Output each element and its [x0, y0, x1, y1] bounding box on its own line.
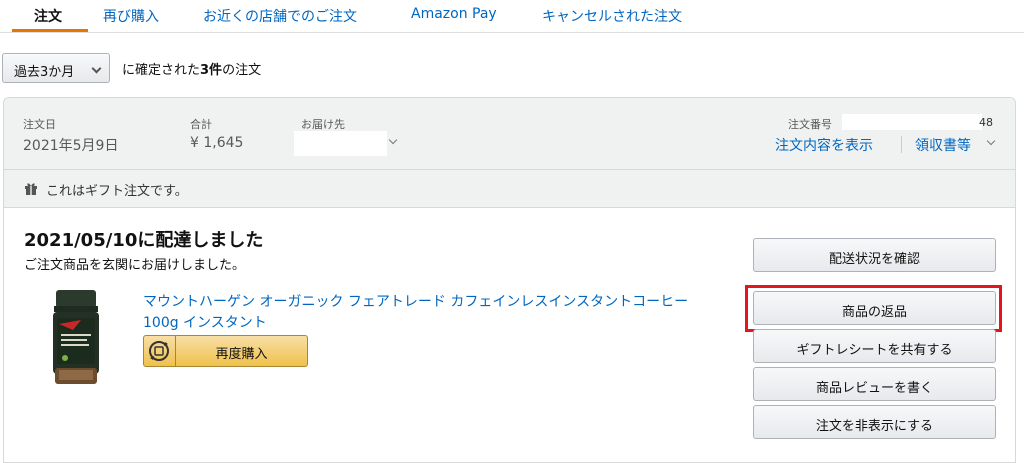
- summary-count: 3件: [200, 63, 223, 78]
- gift-notice-bar: これはギフト注文です。: [4, 170, 1015, 208]
- order-date-label: 注文日: [23, 118, 56, 131]
- tab-buy-again[interactable]: 再び購入: [103, 6, 159, 26]
- gift-icon: [25, 183, 37, 195]
- summary-prefix: に確定された: [122, 63, 201, 78]
- ship-to-label: お届け先: [301, 118, 345, 131]
- order-number-label: 注文番号: [788, 118, 832, 131]
- product-image[interactable]: [51, 290, 101, 387]
- receipt-link[interactable]: 領収書等: [915, 135, 971, 155]
- write-review-button[interactable]: 商品レビューを書く: [753, 367, 996, 401]
- tab-cancelled-orders[interactable]: キャンセルされた注文: [542, 6, 682, 26]
- delivery-status: 2021/05/10に配達しました: [24, 230, 264, 251]
- chevron-down-icon[interactable]: [986, 136, 996, 146]
- order-date-value: 2021年5月9日: [23, 138, 119, 154]
- order-card: 注文日 2021年5月9日 合計 ¥ 1,645 お届け先 注文番号 48 注文…: [3, 97, 1016, 463]
- order-header: 注文日 2021年5月9日 合計 ¥ 1,645 お届け先 注文番号 48 注文…: [4, 98, 1015, 170]
- track-package-button[interactable]: 配送状況を確認: [753, 238, 996, 272]
- gift-notice-text: これはギフト注文です。: [46, 184, 188, 199]
- share-gift-receipt-button[interactable]: ギフトレシートを共有する: [753, 329, 996, 363]
- period-selected-value: 過去3か月: [14, 65, 75, 80]
- order-number-suffix: 48: [979, 116, 993, 129]
- delivery-detail: ご注文商品を玄関にお届けしました。: [24, 258, 246, 273]
- chevron-down-icon: [91, 63, 102, 74]
- buy-again-label: 再度購入: [215, 347, 268, 362]
- order-tabs: 注文 再び購入 お近くの店舗でのご注文 Amazon Pay キャンセルされた注…: [0, 0, 1024, 33]
- chevron-down-icon[interactable]: [388, 135, 398, 145]
- product-title-link[interactable]: マウントハーゲン オーガニック フェアトレード カフェインレスインスタントコーヒ…: [143, 292, 723, 334]
- tab-orders[interactable]: 注文: [34, 6, 62, 26]
- view-order-details-link[interactable]: 注文内容を表示: [775, 135, 873, 155]
- summary-suffix: の注文: [222, 63, 262, 78]
- order-number-redacted: [842, 114, 982, 130]
- link-separator: [901, 136, 902, 153]
- hide-order-button[interactable]: 注文を非表示にする: [753, 405, 996, 439]
- buy-again-button[interactable]: 再度購入: [143, 335, 308, 367]
- tab-local-store-orders[interactable]: お近くの店舗でのご注文: [203, 6, 357, 26]
- active-tab-indicator: [12, 29, 88, 32]
- order-total-label: 合計: [190, 118, 212, 131]
- order-count-summary: に確定された3件の注文: [122, 59, 261, 78]
- ship-to-name-redacted[interactable]: [294, 131, 387, 156]
- tab-amazon-pay[interactable]: Amazon Pay: [411, 6, 497, 22]
- return-button-highlight: [745, 285, 1002, 332]
- order-total-value: ¥ 1,645: [190, 135, 244, 151]
- period-dropdown[interactable]: 過去3か月: [2, 53, 110, 83]
- refresh-icon: [144, 336, 176, 366]
